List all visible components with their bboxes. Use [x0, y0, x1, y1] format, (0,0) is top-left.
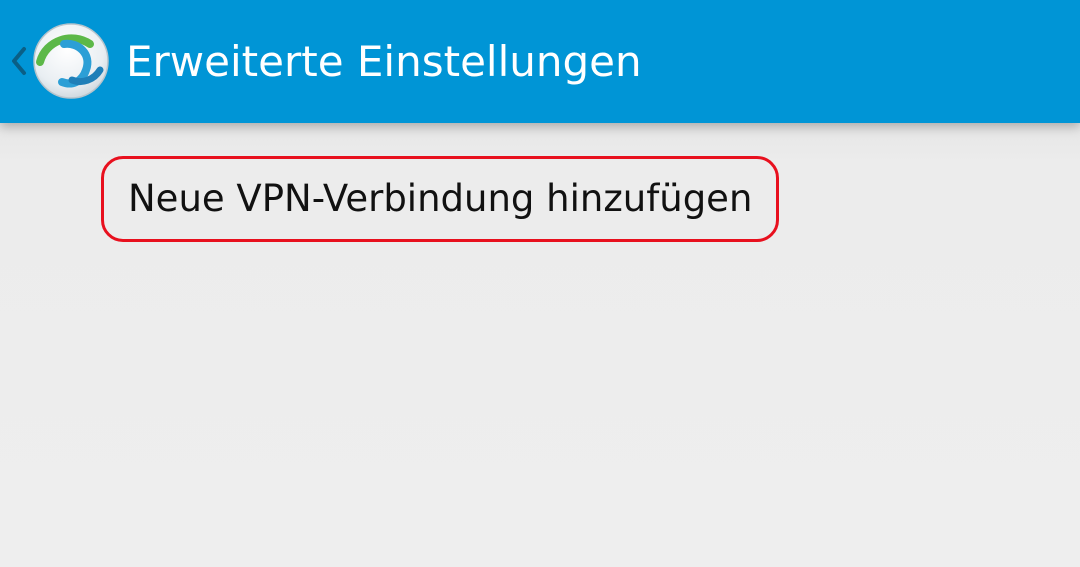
settings-content: Neue VPN-Verbindung hinzufügen — [0, 123, 1080, 567]
chevron-left-icon — [12, 47, 26, 75]
page-title: Erweiterte Einstellungen — [126, 37, 642, 86]
up-navigation-button[interactable] — [6, 18, 116, 104]
add-vpn-connection-label: Neue VPN-Verbindung hinzufügen — [128, 177, 753, 220]
add-vpn-connection-item[interactable]: Neue VPN-Verbindung hinzufügen — [101, 156, 779, 242]
vpn-client-logo-icon — [33, 23, 109, 99]
app-bar: Erweiterte Einstellungen — [0, 0, 1080, 123]
